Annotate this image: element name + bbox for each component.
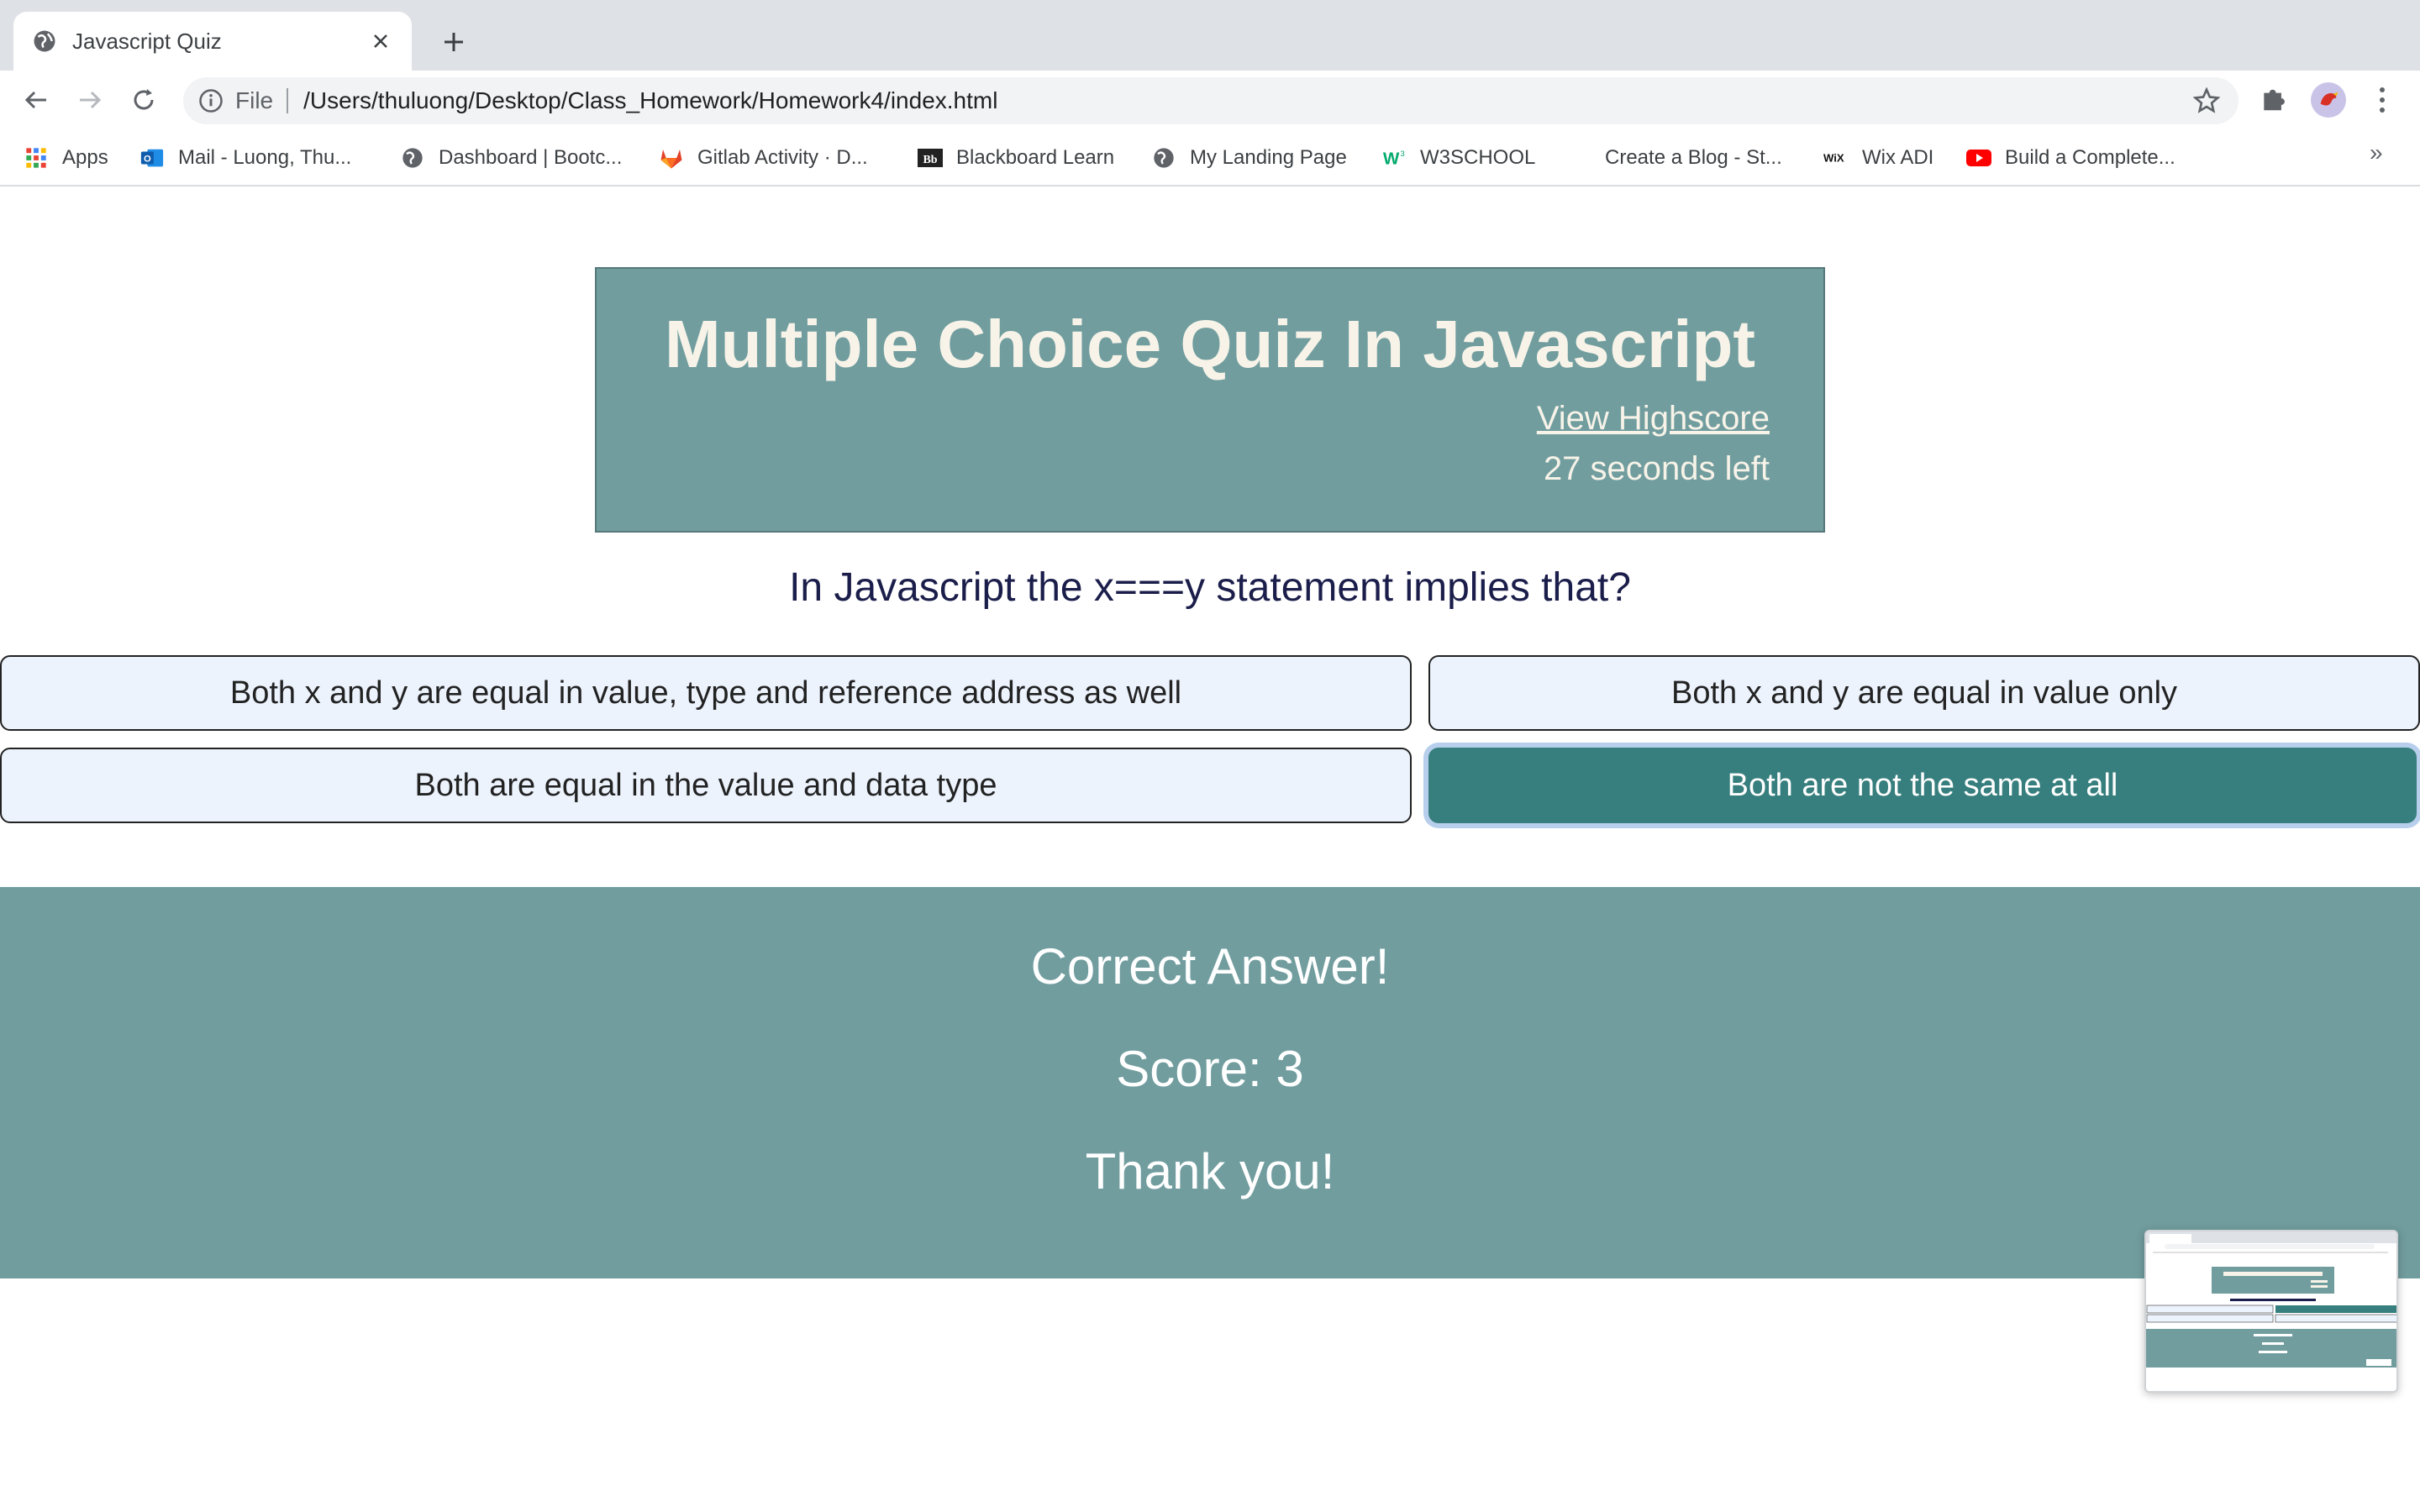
bookmark-w3school[interactable]: W3 W3SCHOOL [1381, 141, 1535, 175]
bookmark-label: Build a Complete... [2005, 146, 2175, 169]
svg-text:O: O [144, 155, 151, 165]
reload-button[interactable] [124, 81, 163, 119]
blackboard-icon: Bb [918, 145, 943, 171]
bookmark-dashboard[interactable]: Dashboard | Bootc... [400, 141, 622, 175]
bird-avatar-icon [2320, 92, 2338, 106]
svg-text:W: W [1383, 150, 1400, 169]
new-tab-button[interactable] [435, 24, 472, 60]
bookmark-mail[interactable]: O Mail - Luong, Thu... [139, 141, 351, 175]
bookmark-youtube[interactable]: Build a Complete... [1966, 141, 2175, 175]
svg-text:Bb: Bb [923, 154, 937, 166]
answer-option-2[interactable]: Both x and y are equal in value only [1428, 655, 2420, 731]
reload-icon [134, 89, 154, 110]
thumbnail-image [2146, 1231, 2396, 1368]
url-text[interactable]: /Users/thuluong/Desktop/Class_Homework/H… [303, 87, 997, 114]
arrow-right-icon [80, 91, 102, 109]
bookmark-label: W3SCHOOL [1420, 146, 1536, 169]
bookmark-create-blog[interactable]: Create a Blog - St... [1605, 141, 1782, 175]
bookmark-star-icon[interactable] [2193, 87, 2220, 114]
result-panel: Correct Answer! Score: 3 Thank you! [0, 887, 2420, 1278]
closing-message: Thank you! [1085, 1143, 1335, 1200]
quiz-header: Multiple Choice Quiz In Javascript View … [595, 267, 1825, 533]
bookmark-label: My Landing Page [1190, 146, 1347, 169]
bookmarks-bar: Apps O Mail - Luong, Thu... Dashboard | … [0, 129, 2420, 186]
bookmark-apps[interactable]: Apps [24, 141, 108, 175]
extensions-puzzle-icon[interactable] [2259, 82, 2291, 114]
globe-icon [1151, 145, 1176, 171]
browser-toolbar: File /Users/thuluong/Desktop/Class_Homew… [0, 71, 2420, 129]
url-separator [287, 88, 289, 113]
bookmark-label: Wix ADI [1862, 146, 1934, 169]
bookmark-label: Create a Blog - St... [1605, 146, 1782, 169]
screenshot-thumbnail[interactable] [2144, 1230, 2398, 1393]
gitlab-icon [659, 145, 684, 171]
bookmarks-overflow-button[interactable]: » [2370, 139, 2383, 166]
svg-text:3: 3 [1401, 150, 1405, 158]
countdown-timer: 27 seconds left [1543, 450, 1770, 487]
bookmark-gitlab[interactable]: Gitlab Activity · D... [659, 141, 868, 175]
browser-tab[interactable]: Javascript Quiz [13, 12, 412, 71]
result-message: Correct Answer! [1030, 938, 1390, 995]
globe-icon [34, 30, 55, 52]
close-tab-icon[interactable] [368, 29, 393, 54]
answer-option-4[interactable]: Both are not the same at all [1428, 748, 2417, 823]
address-bar[interactable]: File /Users/thuluong/Desktop/Class_Homew… [183, 77, 2238, 124]
bookmark-wix[interactable]: WiX Wix ADI [1823, 141, 1933, 175]
browser-menu-icon[interactable] [2370, 82, 2395, 118]
outlook-icon: O [139, 145, 165, 171]
page-title: Multiple Choice Quiz In Javascript [664, 307, 1756, 381]
arrow-left-icon [24, 91, 46, 109]
wix-icon: WiX [1823, 145, 1849, 171]
profile-avatar[interactable] [2311, 82, 2346, 118]
view-highscore-link[interactable]: View Highscore [1537, 400, 1770, 438]
score-display: Score: 3 [1116, 1041, 1304, 1097]
forward-button[interactable] [71, 81, 109, 119]
url-scheme-label: File [235, 87, 274, 113]
bookmark-label: Mail - Luong, Thu... [178, 146, 352, 169]
bookmark-landing-page[interactable]: My Landing Page [1151, 141, 1347, 175]
info-icon[interactable] [198, 88, 224, 113]
answer-option-3[interactable]: Both are equal in the value and data typ… [0, 748, 1412, 823]
tab-strip: Javascript Quiz [0, 0, 2420, 71]
back-button[interactable] [17, 81, 55, 119]
bookmark-blackboard[interactable]: Bb Blackboard Learn [918, 141, 1114, 175]
svg-text:WiX: WiX [1823, 152, 1844, 165]
youtube-icon [1966, 145, 1991, 171]
plus-icon [445, 33, 463, 51]
globe-icon [400, 145, 425, 171]
bookmark-label: Gitlab Activity · D... [697, 146, 868, 169]
apps-grid-icon [24, 145, 49, 171]
w3schools-icon: W3 [1381, 145, 1407, 171]
tab-title: Javascript Quiz [72, 28, 222, 54]
bookmark-label: Blackboard Learn [956, 146, 1115, 169]
question-text: In Javascript the x===y statement implie… [789, 565, 1631, 610]
bookmark-label: Apps [62, 146, 108, 169]
bookmark-label: Dashboard | Bootc... [439, 146, 623, 169]
answer-option-1[interactable]: Both x and y are equal in value, type an… [0, 655, 1412, 731]
